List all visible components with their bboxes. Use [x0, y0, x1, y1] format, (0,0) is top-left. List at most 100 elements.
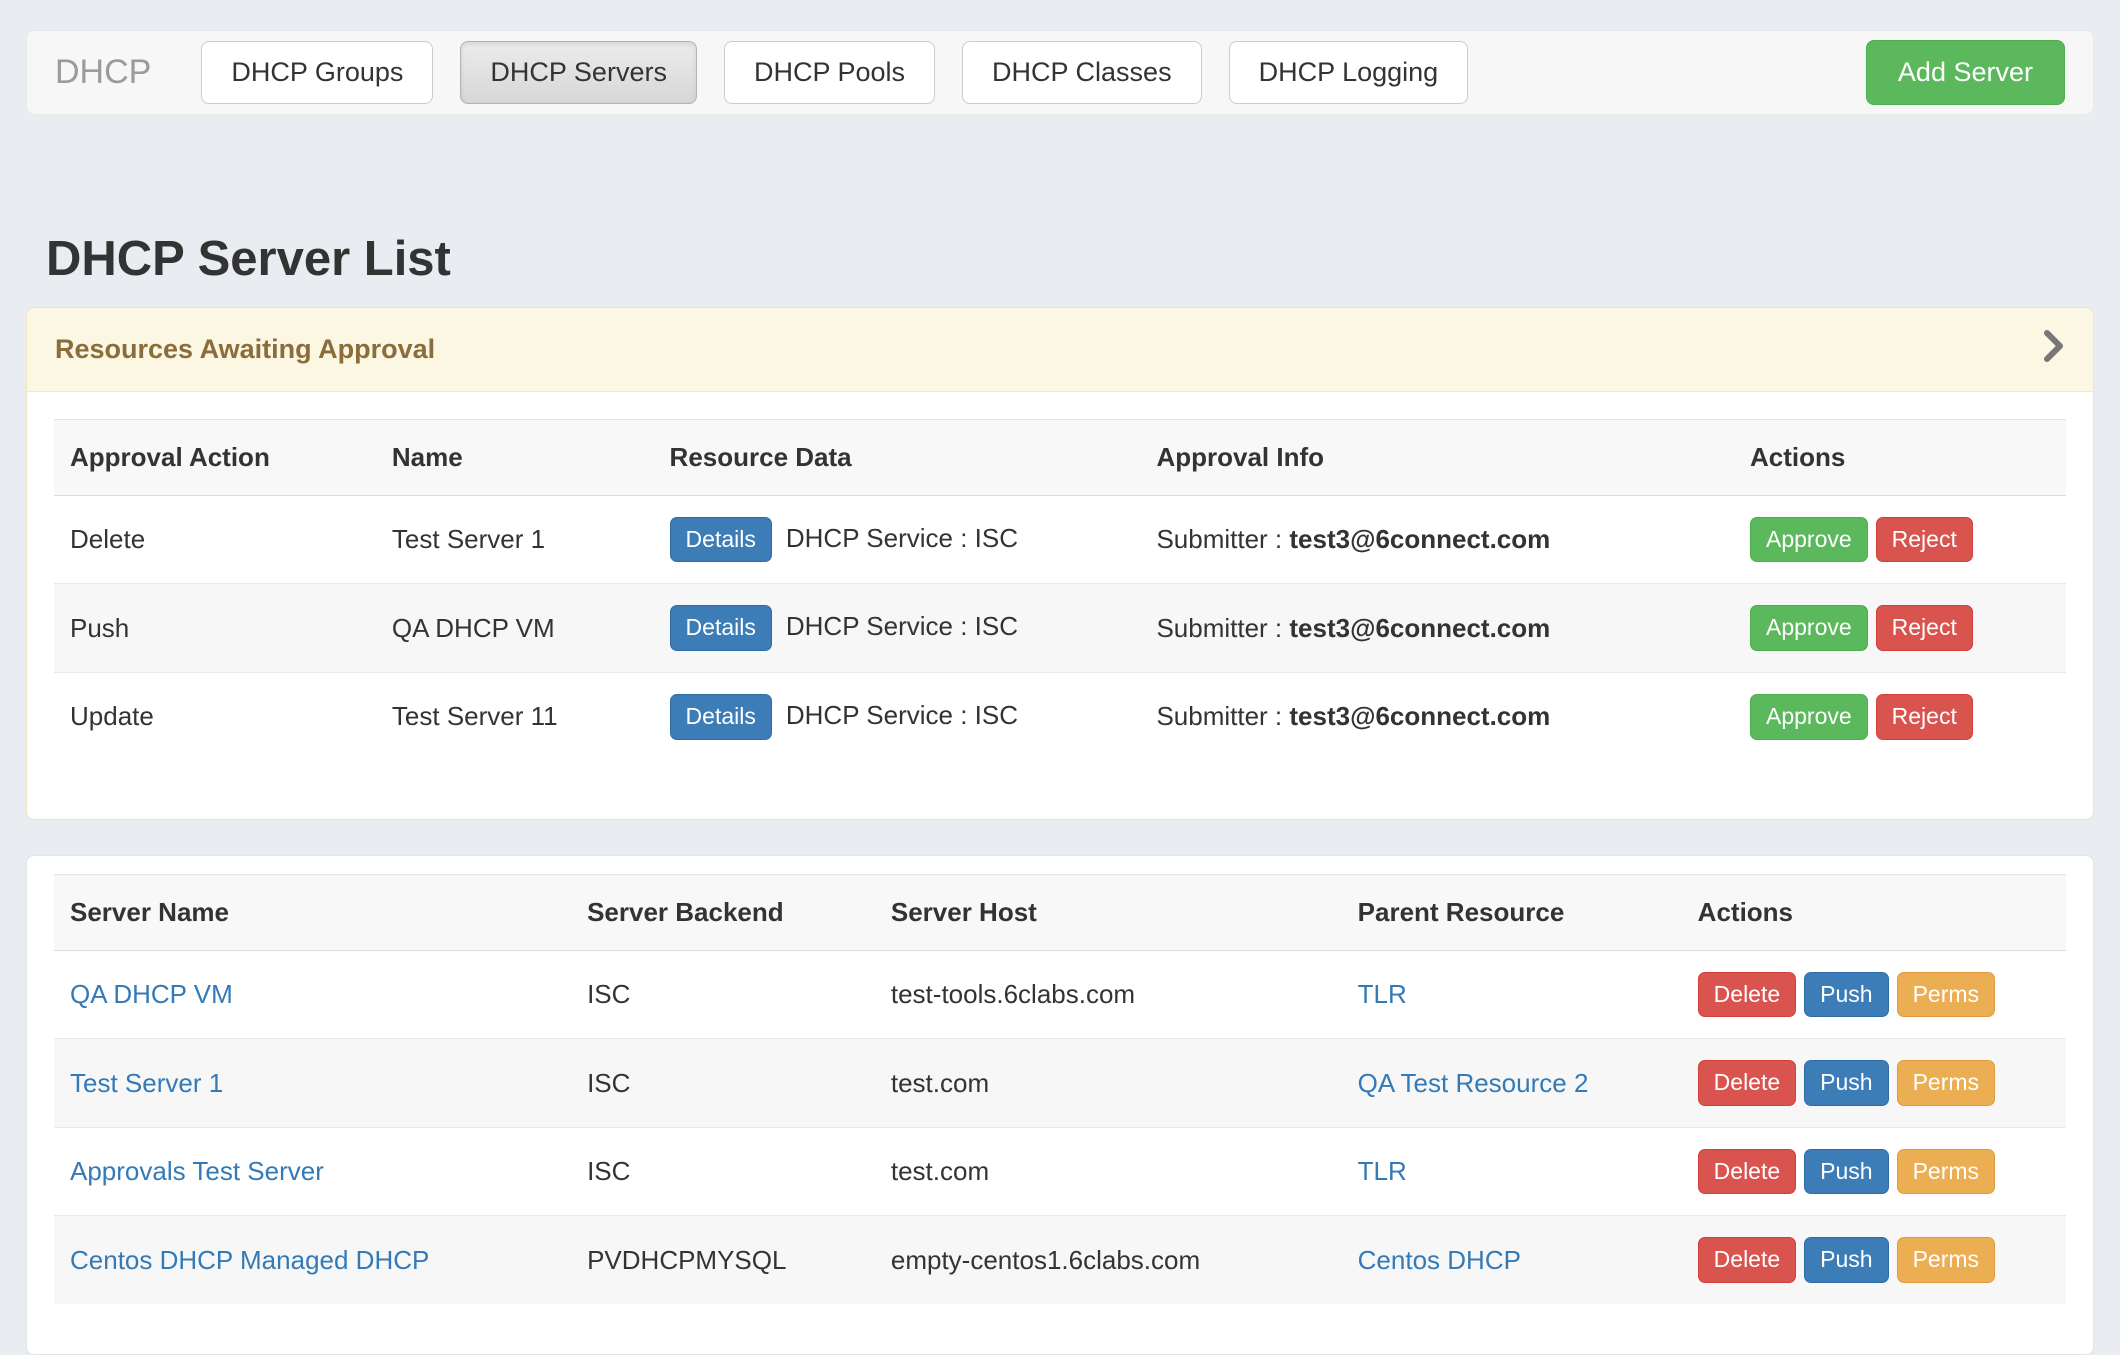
server-name-link[interactable]: Centos DHCP Managed DHCP — [70, 1245, 429, 1275]
server-name-cell: Test Server 1 — [54, 1039, 571, 1128]
parent-resource-cell: Centos DHCP — [1342, 1216, 1682, 1304]
approval-table: Approval Action Name Resource Data Appro… — [54, 419, 2066, 761]
approval-name-cell: Test Server 1 — [376, 495, 654, 584]
push-button[interactable]: Push — [1804, 1060, 1888, 1106]
submitter-label: Submitter : — [1156, 524, 1282, 554]
submitter-email: test3@6connect.com — [1289, 613, 1550, 643]
parent-resource-link[interactable]: TLR — [1358, 1156, 1407, 1186]
column-header-server-backend: Server Backend — [571, 874, 875, 950]
submitter-label: Submitter : — [1156, 613, 1282, 643]
server-row: Test Server 1 ISC test.com QA Test Resou… — [54, 1039, 2066, 1128]
server-row: Centos DHCP Managed DHCP PVDHCPMYSQL emp… — [54, 1216, 2066, 1304]
approval-action-cell: Push — [54, 584, 376, 673]
server-host-cell: test.com — [875, 1039, 1342, 1128]
submitter-email: test3@6connect.com — [1289, 524, 1550, 554]
tab-dhcp-logging[interactable]: DHCP Logging — [1229, 41, 1469, 104]
parent-resource-cell: QA Test Resource 2 — [1342, 1039, 1682, 1128]
server-host-cell: empty-centos1.6clabs.com — [875, 1216, 1342, 1304]
tab-dhcp-groups[interactable]: DHCP Groups — [201, 41, 433, 104]
approval-info-cell: Submitter : test3@6connect.com — [1140, 584, 1734, 673]
column-header-name: Name — [376, 419, 654, 495]
server-backend-cell: PVDHCPMYSQL — [571, 1216, 875, 1304]
approval-info-cell: Submitter : test3@6connect.com — [1140, 673, 1734, 761]
dhcp-brand-label: DHCP — [55, 53, 151, 92]
server-list-panel: Server Name Server Backend Server Host P… — [26, 855, 2094, 1355]
approval-actions-cell: ApproveReject — [1734, 584, 2066, 673]
server-name-cell: Approvals Test Server — [54, 1127, 571, 1216]
tab-dhcp-servers[interactable]: DHCP Servers — [460, 41, 697, 104]
delete-button[interactable]: Delete — [1698, 972, 1796, 1018]
page-title: DHCP Server List — [46, 233, 2094, 287]
parent-resource-link[interactable]: QA Test Resource 2 — [1358, 1068, 1589, 1098]
approval-panel-header[interactable]: Resources Awaiting Approval — [27, 308, 2093, 392]
details-button[interactable]: Details — [670, 517, 772, 563]
column-header-approval-action: Approval Action — [54, 419, 376, 495]
delete-button[interactable]: Delete — [1698, 1237, 1796, 1283]
column-header-resource-data: Resource Data — [654, 419, 1141, 495]
server-backend-cell: ISC — [571, 950, 875, 1039]
server-row: QA DHCP VM ISC test-tools.6clabs.com TLR… — [54, 950, 2066, 1039]
approval-panel-body: Approval Action Name Resource Data Appro… — [27, 392, 2093, 819]
server-table: Server Name Server Backend Server Host P… — [54, 874, 2066, 1304]
parent-resource-cell: TLR — [1342, 950, 1682, 1039]
approval-panel-title: Resources Awaiting Approval — [55, 334, 435, 365]
perms-button[interactable]: Perms — [1897, 1149, 1995, 1195]
column-header-approval-info: Approval Info — [1140, 419, 1734, 495]
resource-data-cell: Details DHCP Service : ISC — [654, 673, 1141, 761]
details-button[interactable]: Details — [670, 605, 772, 651]
details-button[interactable]: Details — [670, 694, 772, 740]
dhcp-toolbar: DHCP DHCP Groups DHCP Servers DHCP Pools… — [26, 30, 2094, 115]
push-button[interactable]: Push — [1804, 972, 1888, 1018]
column-header-actions: Actions — [1682, 874, 2066, 950]
add-server-button[interactable]: Add Server — [1866, 40, 2065, 105]
chevron-right-icon[interactable] — [2043, 329, 2065, 370]
approval-table-header-row: Approval Action Name Resource Data Appro… — [54, 419, 2066, 495]
server-name-link[interactable]: Approvals Test Server — [70, 1156, 324, 1186]
server-name-cell: QA DHCP VM — [54, 950, 571, 1039]
delete-button[interactable]: Delete — [1698, 1149, 1796, 1195]
server-backend-cell: ISC — [571, 1039, 875, 1128]
server-actions-cell: DeletePushPerms — [1682, 1127, 2066, 1216]
tab-dhcp-pools[interactable]: DHCP Pools — [724, 41, 935, 104]
parent-resource-link[interactable]: TLR — [1358, 979, 1407, 1009]
resource-data-cell: DetailsDHCP Service : ISC — [654, 584, 1141, 673]
approval-action-cell: Delete — [54, 495, 376, 584]
perms-button[interactable]: Perms — [1897, 1237, 1995, 1283]
approval-row: Push QA DHCP VM DetailsDHCP Service : IS… — [54, 584, 2066, 673]
server-name-link[interactable]: Test Server 1 — [70, 1068, 223, 1098]
tab-dhcp-classes[interactable]: DHCP Classes — [962, 41, 1202, 104]
server-host-cell: test-tools.6clabs.com — [875, 950, 1342, 1039]
approval-actions-cell: ApproveReject — [1734, 673, 2066, 761]
perms-button[interactable]: Perms — [1897, 972, 1995, 1018]
submitter-label: Submitter : — [1156, 701, 1282, 731]
delete-button[interactable]: Delete — [1698, 1060, 1796, 1106]
push-button[interactable]: Push — [1804, 1149, 1888, 1195]
server-host-cell: test.com — [875, 1127, 1342, 1216]
server-name-cell: Centos DHCP Managed DHCP — [54, 1216, 571, 1304]
approval-row: Delete Test Server 1 Details DHCP Service… — [54, 495, 2066, 584]
server-actions-cell: DeletePushPerms — [1682, 950, 2066, 1039]
column-header-server-host: Server Host — [875, 874, 1342, 950]
resource-data-text: DHCP Service : ISC — [786, 700, 1018, 730]
resources-awaiting-approval-panel: Resources Awaiting Approval Approval Act… — [26, 307, 2094, 820]
resource-data-text: DHCP Service : ISC — [786, 523, 1018, 553]
server-actions-cell: DeletePushPerms — [1682, 1216, 2066, 1304]
reject-button[interactable]: Reject — [1876, 694, 1973, 740]
approval-row: Update Test Server 11 DetailsDHCP Servic… — [54, 673, 2066, 761]
column-header-server-name: Server Name — [54, 874, 571, 950]
perms-button[interactable]: Perms — [1897, 1060, 1995, 1106]
approval-action-cell: Update — [54, 673, 376, 761]
parent-resource-link[interactable]: Centos DHCP — [1358, 1245, 1521, 1275]
approval-actions-cell: ApproveReject — [1734, 495, 2066, 584]
approve-button[interactable]: Approve — [1750, 605, 1868, 651]
server-actions-cell: DeletePushPerms — [1682, 1039, 2066, 1128]
reject-button[interactable]: Reject — [1876, 517, 1973, 563]
approve-button[interactable]: Approve — [1750, 694, 1868, 740]
push-button[interactable]: Push — [1804, 1237, 1888, 1283]
approve-button[interactable]: Approve — [1750, 517, 1868, 563]
server-name-link[interactable]: QA DHCP VM — [70, 979, 233, 1009]
column-header-actions: Actions — [1734, 419, 2066, 495]
server-row: Approvals Test Server ISC test.com TLR D… — [54, 1127, 2066, 1216]
server-backend-cell: ISC — [571, 1127, 875, 1216]
reject-button[interactable]: Reject — [1876, 605, 1973, 651]
